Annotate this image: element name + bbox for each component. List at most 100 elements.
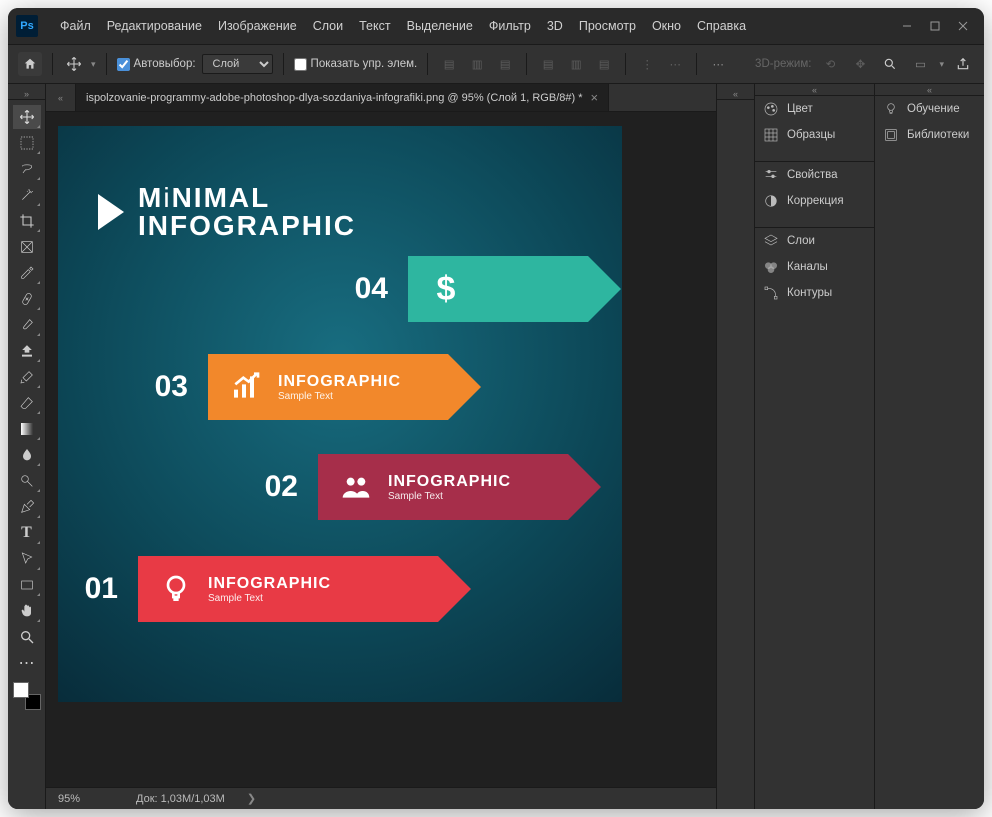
doc-tabs-expand[interactable]: « bbox=[46, 84, 76, 111]
align-left-icon[interactable]: ▤ bbox=[438, 53, 460, 75]
autoselect-target-select[interactable]: Слой bbox=[202, 54, 273, 74]
menu-Редактирование[interactable]: Редактирование bbox=[99, 19, 210, 33]
workspace-icon[interactable]: ▭ bbox=[909, 53, 931, 75]
layers-icon bbox=[763, 233, 779, 249]
menu-Окно[interactable]: Окно bbox=[644, 19, 689, 33]
eyedropper-tool[interactable] bbox=[13, 261, 41, 285]
gradient-tool[interactable] bbox=[13, 417, 41, 441]
panel-label: Контуры bbox=[787, 287, 832, 299]
panel-Свойства[interactable]: Свойства bbox=[755, 162, 874, 188]
play-icon bbox=[98, 194, 124, 230]
menu-Выделение[interactable]: Выделение bbox=[399, 19, 481, 33]
circle-half-icon bbox=[763, 193, 779, 209]
panel-label: Библиотеки bbox=[907, 129, 969, 141]
menu-Изображение[interactable]: Изображение bbox=[210, 19, 305, 33]
panel-Библиотеки[interactable]: Библиотеки bbox=[875, 122, 984, 148]
lasso-tool[interactable] bbox=[13, 157, 41, 181]
users-icon bbox=[338, 469, 374, 505]
zoom-tool[interactable] bbox=[13, 625, 41, 649]
panel-Обучение[interactable]: Обучение bbox=[875, 96, 984, 122]
menu-Просмотр[interactable]: Просмотр bbox=[571, 19, 644, 33]
orbit-3d-icon[interactable]: ⟲ bbox=[819, 53, 841, 75]
hand-tool[interactable] bbox=[13, 599, 41, 623]
align-right-icon[interactable]: ▤ bbox=[494, 53, 516, 75]
share-icon[interactable] bbox=[952, 53, 974, 75]
align-center-v-icon[interactable]: ▥ bbox=[565, 53, 587, 75]
color-swatches[interactable] bbox=[13, 682, 41, 710]
brush-tool[interactable] bbox=[13, 313, 41, 337]
close-tab-icon[interactable]: × bbox=[590, 90, 598, 105]
eraser-tool[interactable] bbox=[13, 391, 41, 415]
autoselect-checkbox[interactable]: Автовыбор: bbox=[117, 58, 196, 71]
search-icon[interactable] bbox=[879, 53, 901, 75]
panel-Слои[interactable]: Слои bbox=[755, 228, 874, 254]
home-button[interactable] bbox=[18, 52, 42, 76]
panel-Контуры[interactable]: Контуры bbox=[755, 280, 874, 306]
pan-3d-icon[interactable]: ✥ bbox=[849, 53, 871, 75]
document-tab-title: ispolzovanie-programmy-adobe-photoshop-d… bbox=[86, 92, 582, 104]
ribbon-number: 04 bbox=[328, 272, 388, 306]
distribute-v-icon[interactable]: ⋯ bbox=[664, 53, 686, 75]
menu-Слои[interactable]: Слои bbox=[305, 19, 351, 33]
magic-wand-tool[interactable] bbox=[13, 183, 41, 207]
library-icon bbox=[883, 127, 899, 143]
path-selection-tool[interactable] bbox=[13, 547, 41, 571]
toolbar-expand-button[interactable]: » bbox=[8, 88, 45, 100]
ribbon-subtitle: Sample Text bbox=[278, 391, 401, 402]
window-close-button[interactable] bbox=[950, 16, 976, 36]
align-bottom-icon[interactable]: ▤ bbox=[593, 53, 615, 75]
ribbon-number: 03 bbox=[128, 370, 188, 404]
mode-3d-label: 3D-режим: bbox=[755, 58, 811, 70]
marquee-tool[interactable] bbox=[13, 131, 41, 155]
zoom-level[interactable]: 95% bbox=[58, 793, 118, 805]
ribbon-03: 03 INFOGRAPHICSample Text bbox=[128, 354, 448, 420]
healing-brush-tool[interactable] bbox=[13, 287, 41, 311]
rectangle-tool[interactable] bbox=[13, 573, 41, 597]
frame-tool[interactable] bbox=[13, 235, 41, 259]
panel-Цвет[interactable]: Цвет bbox=[755, 96, 874, 122]
pen-tool[interactable] bbox=[13, 495, 41, 519]
align-center-h-icon[interactable]: ▥ bbox=[466, 53, 488, 75]
panels2-expand[interactable]: « bbox=[875, 84, 984, 96]
menu-Файл[interactable]: Файл bbox=[52, 19, 99, 33]
crop-tool[interactable] bbox=[13, 209, 41, 233]
panels-column-2: « Обучение Библиотеки bbox=[874, 84, 984, 809]
edit-toolbar-button[interactable]: ⋯ bbox=[13, 651, 41, 675]
window-maximize-button[interactable] bbox=[922, 16, 948, 36]
blur-tool[interactable] bbox=[13, 443, 41, 467]
show-controls-checkbox[interactable]: Показать упр. элем. bbox=[294, 58, 418, 71]
history-brush-tool[interactable] bbox=[13, 365, 41, 389]
dodge-tool[interactable] bbox=[13, 469, 41, 493]
panels-column-1: « Цвет Образцы СвойстваКоррекция СлоиКана… bbox=[754, 84, 874, 809]
distribute-h-icon[interactable]: ⋮ bbox=[636, 53, 658, 75]
ribbon-title: INFOGRAPHIC bbox=[208, 575, 331, 593]
type-tool[interactable]: T bbox=[13, 521, 41, 545]
dock-strip: « bbox=[716, 84, 754, 809]
dock-expand[interactable]: « bbox=[717, 88, 754, 100]
ribbon-title: INFOGRAPHIC bbox=[388, 473, 511, 491]
doc-size: Док: 1,03M/1,03M bbox=[136, 793, 225, 805]
document-tab[interactable]: ispolzovanie-programmy-adobe-photoshop-d… bbox=[76, 84, 609, 111]
panel-Коррекция[interactable]: Коррекция bbox=[755, 188, 874, 214]
clone-stamp-tool[interactable] bbox=[13, 339, 41, 363]
menu-3D[interactable]: 3D bbox=[539, 19, 571, 33]
panel-label: Образцы bbox=[787, 129, 835, 141]
bulb-icon bbox=[883, 101, 899, 117]
canvas[interactable]: MiNIMAL INFOGRAPHIC 04$03INFOGRAPHICSamp… bbox=[58, 126, 622, 702]
status-menu-chevron[interactable]: ❯ bbox=[247, 792, 256, 805]
menu-Фильтр[interactable]: Фильтр bbox=[481, 19, 539, 33]
bulb-icon bbox=[158, 571, 194, 607]
panel-Каналы[interactable]: Каналы bbox=[755, 254, 874, 280]
palette-icon bbox=[763, 101, 779, 117]
more-options-icon[interactable]: ⋯ bbox=[707, 53, 729, 75]
ribbon-subtitle: Sample Text bbox=[208, 593, 331, 604]
menu-Справка[interactable]: Справка bbox=[689, 19, 754, 33]
foreground-color[interactable] bbox=[13, 682, 29, 698]
align-top-icon[interactable]: ▤ bbox=[537, 53, 559, 75]
panel-Образцы[interactable]: Образцы bbox=[755, 122, 874, 148]
move-tool[interactable] bbox=[13, 105, 41, 129]
menu-Текст[interactable]: Текст bbox=[351, 19, 398, 33]
ribbon-title: INFOGRAPHIC bbox=[278, 373, 401, 391]
window-minimize-button[interactable] bbox=[894, 16, 920, 36]
panels1-expand[interactable]: « bbox=[755, 84, 874, 96]
